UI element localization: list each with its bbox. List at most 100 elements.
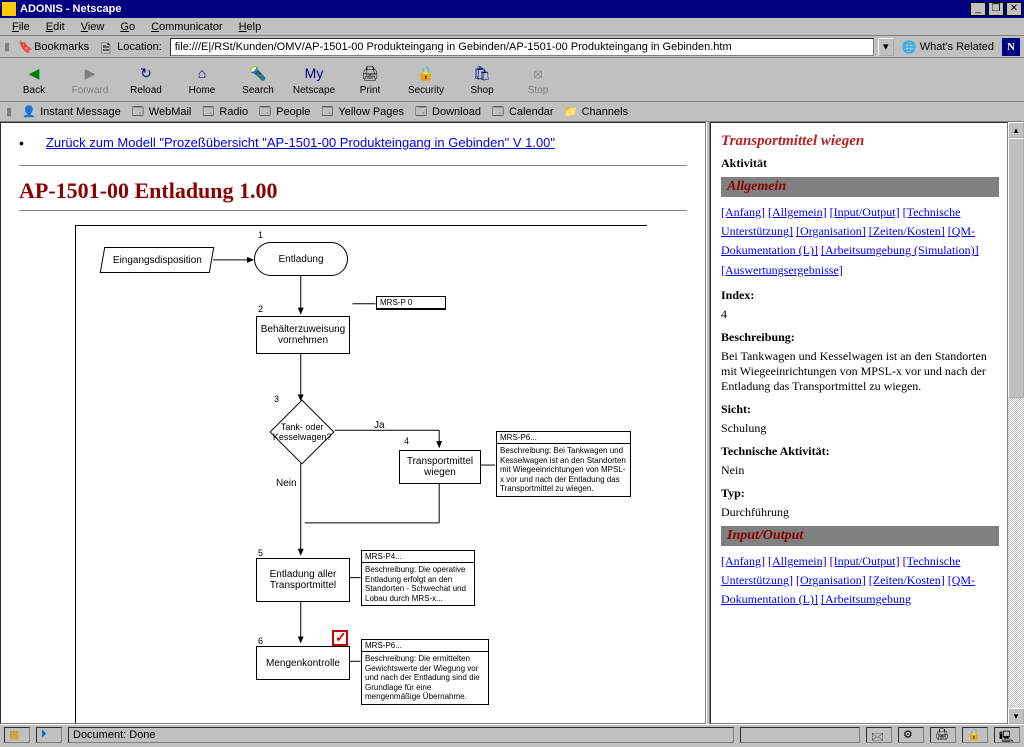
bookmarks-handle[interactable]: ▮ xyxy=(4,40,10,53)
bookmarks-label: Bookmarks xyxy=(34,41,89,53)
nav-link[interactable]: [Auswertungsergebnisse] xyxy=(721,263,843,277)
start-node[interactable]: Eingangsdisposition xyxy=(100,247,215,273)
im-icon: 👤 xyxy=(22,105,36,119)
scroll-track[interactable] xyxy=(1008,138,1024,708)
yellow-label: Yellow Pages xyxy=(338,106,404,118)
right-scrollbar[interactable]: ▴ ▾ xyxy=(1008,122,1024,724)
back-button[interactable]: ◀Back xyxy=(6,60,62,100)
print-button[interactable]: 🖨Print xyxy=(342,60,398,100)
bookmarks-button[interactable]: Bookmarks xyxy=(14,38,93,56)
nav-link[interactable]: [Allgemein] xyxy=(768,554,827,568)
entladung-aller-node[interactable]: Entladung aller Transportmittel xyxy=(256,558,350,602)
edge-nein: Nein xyxy=(276,478,297,489)
menu-help[interactable]: Help xyxy=(231,19,270,35)
quicklink-webmail[interactable]: 🗔WebMail xyxy=(131,105,192,119)
status-comp-icon[interactable]: 🖳 xyxy=(994,727,1020,743)
scroll-down-button[interactable]: ▾ xyxy=(1008,708,1024,724)
location-dropdown-button[interactable]: ▾ xyxy=(878,38,894,56)
nav-link[interactable]: [Input/Output] xyxy=(830,205,900,219)
quicklink-im[interactable]: 👤 Instant Message xyxy=(22,105,121,119)
mengen-node[interactable]: Mengenkontrolle xyxy=(256,646,350,680)
process-diagram: 1 2 3 4 5 6 Eingangsdisposition Entladun… xyxy=(75,225,647,724)
people-label: People xyxy=(276,106,310,118)
menu-edit[interactable]: Edit xyxy=(38,19,73,35)
back-to-model-link[interactable]: Zurück zum Modell "Prozeßübersicht "AP-1… xyxy=(46,135,555,150)
status-print-icon[interactable]: 🖨 xyxy=(930,727,956,743)
menu-go[interactable]: Go xyxy=(112,19,143,35)
nav-link[interactable]: [Anfang] xyxy=(721,554,765,568)
netscape-button[interactable]: MyNetscape xyxy=(286,60,342,100)
im-label: Instant Message xyxy=(40,106,121,118)
nav-link[interactable]: [Zeiten/Kosten] xyxy=(869,224,945,238)
stop-label: Stop xyxy=(528,85,549,96)
separator xyxy=(19,210,687,211)
quicklink-people[interactable]: 🗔People xyxy=(258,105,310,119)
nav-links-2: [Anfang] [Allgemein] [Input/Output] [Tec… xyxy=(721,552,999,610)
seq-5: 5 xyxy=(258,548,263,558)
scroll-up-button[interactable]: ▴ xyxy=(1008,122,1024,138)
quicklink-radio[interactable]: 🗔Radio xyxy=(201,105,248,119)
nav-link[interactable]: [Arbeitsumgebung xyxy=(821,592,911,606)
nav-link[interactable]: [Allgemein] xyxy=(768,205,827,219)
search-button[interactable]: 🔦Search xyxy=(230,60,286,100)
nav-link[interactable]: [Organisation] xyxy=(796,224,866,238)
nav-link[interactable]: [Anfang] xyxy=(721,205,765,219)
annot-4[interactable]: MRS-P6... Beschreibung: Die ermittelten … xyxy=(361,639,489,705)
annot-2[interactable]: MRS-P6... Beschreibung: Bei Tankwagen un… xyxy=(496,431,631,497)
status-lock-icon[interactable]: 🔒 xyxy=(962,727,988,743)
nav-link[interactable]: [Organisation] xyxy=(796,573,866,587)
personal-handle[interactable]: ▮ xyxy=(6,105,12,118)
behaelter-node[interactable]: Behälterzuweisung vornehmen xyxy=(256,316,350,354)
nav-link[interactable]: [Zeiten/Kosten] xyxy=(869,573,945,587)
home-label: Home xyxy=(189,85,216,96)
transport-node[interactable]: Transportmittel wiegen xyxy=(399,450,481,484)
properties-panel[interactable]: Transportmittel wiegen Aktivität Allgeme… xyxy=(710,122,1008,724)
whats-related-label: What's Related xyxy=(920,41,994,53)
nav-link[interactable]: [Arbeitsumgebung (Simulation)] xyxy=(821,243,979,257)
quicklink-yellow[interactable]: 🗔Yellow Pages xyxy=(320,105,404,119)
status-icon-1[interactable]: ▦ xyxy=(4,727,30,743)
entladung-node[interactable]: Entladung xyxy=(254,242,348,276)
progress-bar xyxy=(740,727,860,743)
status-icon-2[interactable]: ⏵ xyxy=(36,727,62,743)
window-title: ADONIS - Netscape xyxy=(20,3,121,15)
content-area: Zurück zum Modell "Prozeßübersicht "AP-1… xyxy=(0,122,1024,724)
status-mail-icon[interactable]: 🖂 xyxy=(866,727,892,743)
description-value: Bei Tankwagen und Kesselwagen ist an den… xyxy=(721,349,999,394)
scroll-thumb[interactable] xyxy=(1008,138,1024,398)
print-label: Print xyxy=(360,85,381,96)
location-input[interactable] xyxy=(170,38,874,56)
annot-1[interactable]: MRS-P 0 xyxy=(376,296,446,310)
reload-button[interactable]: ↻Reload xyxy=(118,60,174,100)
menu-view[interactable]: View xyxy=(73,19,113,35)
tech-label: Technische Aktivität: xyxy=(721,444,999,459)
home-icon: ⌂ xyxy=(192,63,212,83)
index-value: 4 xyxy=(721,307,999,322)
close-button[interactable]: ✕ xyxy=(1006,2,1022,16)
menu-communicator[interactable]: Communicator xyxy=(143,19,231,35)
minimize-button[interactable]: _ xyxy=(970,2,986,16)
netscape-logo[interactable]: N xyxy=(1002,38,1020,56)
typ-label: Typ: xyxy=(721,486,999,501)
shop-button[interactable]: 🛍Shop xyxy=(454,60,510,100)
webmail-icon: 🗔 xyxy=(131,105,145,119)
nav-link[interactable]: [Input/Output] xyxy=(830,554,900,568)
decision-node[interactable]: Tank- oder Kesselwagen? xyxy=(269,399,334,464)
whats-related-button[interactable]: What's Related xyxy=(898,40,998,54)
status-tool-icon[interactable]: ⚙ xyxy=(898,727,924,743)
download-icon: 🗔 xyxy=(414,105,428,119)
shop-icon: 🛍 xyxy=(472,63,492,83)
quicklink-channels[interactable]: 📁Channels xyxy=(564,105,628,119)
quicklink-calendar[interactable]: 🗔Calendar xyxy=(491,105,554,119)
menu-file[interactable]: File xyxy=(4,19,38,35)
annot-3[interactable]: MRS-P4... Beschreibung: Die operative En… xyxy=(361,550,475,606)
edge-ja: Ja xyxy=(374,420,385,431)
security-button[interactable]: 🔒Security xyxy=(398,60,454,100)
netscape-label: Netscape xyxy=(293,85,335,96)
maximize-button[interactable]: ❐ xyxy=(988,2,1004,16)
home-button[interactable]: ⌂ Home xyxy=(174,60,230,100)
page-viewport[interactable]: Zurück zum Modell "Prozeßübersicht "AP-1… xyxy=(0,122,706,724)
quicklink-download[interactable]: 🗔Download xyxy=(414,105,481,119)
nav-links-1: [Anfang] [Allgemein] [Input/Output] [Tec… xyxy=(721,203,999,280)
page-title: AP-1501-00 Entladung 1.00 xyxy=(19,178,687,204)
